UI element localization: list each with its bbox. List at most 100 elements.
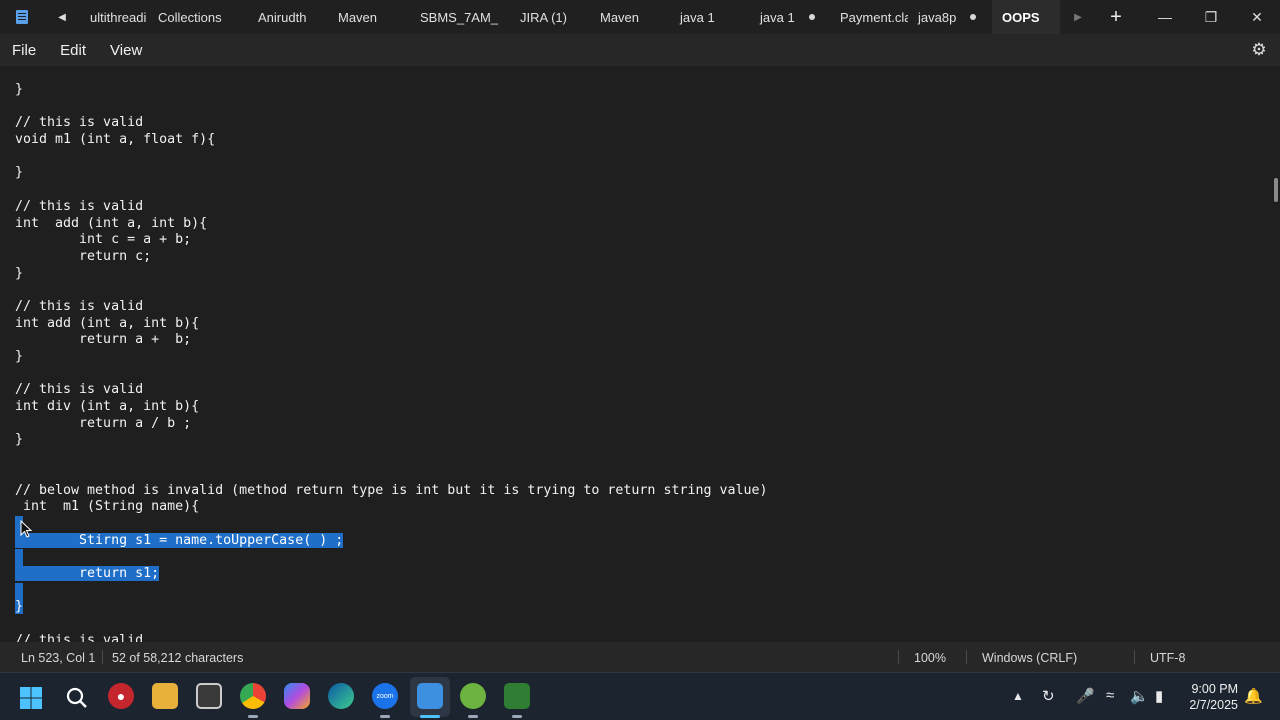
code-line-text: } xyxy=(15,599,24,615)
tab-3[interactable]: Maven xyxy=(328,0,410,34)
tab-8[interactable]: java 1 xyxy=(750,0,830,34)
zoom-icon[interactable]: zoom xyxy=(372,683,398,709)
code-line-text: } xyxy=(15,349,24,364)
code-line: int c = a + b; xyxy=(15,232,768,249)
chevron-up-icon[interactable]: ▲ xyxy=(1012,689,1024,703)
menu-edit[interactable]: Edit xyxy=(48,34,98,66)
tab-label: Payment.clas xyxy=(840,9,908,25)
code-line: // below method is invalid (method retur… xyxy=(15,483,768,500)
tabs-scroll-left-icon[interactable]: ◀ xyxy=(44,0,80,34)
new-tab-icon[interactable]: + xyxy=(1096,0,1136,34)
code-line-text: Stirng s1 = name.toUpperCase( ) ; xyxy=(15,532,344,548)
code-line-text: int add (int a, int b){ xyxy=(15,315,200,331)
code-line: return c; xyxy=(15,249,768,266)
code-line-text: } xyxy=(15,432,24,448)
menu-bar: File Edit View ⚙ xyxy=(0,34,1280,66)
code-line: return a + b; xyxy=(15,332,768,349)
notepad-taskbar-icon[interactable] xyxy=(417,683,443,709)
tab-6[interactable]: Maven xyxy=(590,0,670,34)
status-bar: Ln 523, Col 1 52 of 58,212 characters 10… xyxy=(0,642,1280,672)
line-ending[interactable]: Windows (CRLF) xyxy=(982,651,1077,665)
tab-label: java8p xyxy=(918,9,957,25)
restore-icon[interactable]: ❐ xyxy=(1188,0,1234,34)
spring-tool-suite-icon[interactable] xyxy=(460,683,486,709)
code-line: // this is valid xyxy=(15,633,768,642)
status-divider xyxy=(102,650,103,664)
code-line: // this is valid xyxy=(15,199,768,216)
clock-time: 9:00 PM xyxy=(1191,682,1238,696)
tab-label: SBMS_7AM_ xyxy=(420,9,499,25)
code-line-text xyxy=(15,582,23,600)
volume-icon[interactable]: 🔈 xyxy=(1130,687,1149,705)
search-icon[interactable] xyxy=(65,686,89,710)
selection-count: 52 of 58,212 characters xyxy=(112,651,244,665)
battery-icon[interactable]: ▮ xyxy=(1155,687,1163,705)
status-divider xyxy=(1134,650,1135,664)
text-editor[interactable]: } // this is valid void m1 (int a, float f… xyxy=(0,66,1280,642)
code-line: int add (int a, int b){ xyxy=(15,216,768,233)
tab-label: Collections xyxy=(158,9,222,25)
tab-0[interactable]: ultithreadi xyxy=(80,0,148,34)
file-explorer-icon[interactable] xyxy=(152,683,178,709)
code-line-text: } xyxy=(15,265,24,281)
clock-date: 2/7/2025 xyxy=(1189,698,1238,712)
code-line xyxy=(15,582,768,600)
code-line-text xyxy=(15,549,23,566)
tab-label: Maven xyxy=(600,9,640,25)
tabs-scroll-right-icon[interactable]: ▶ xyxy=(1060,0,1096,34)
code-line: // this is valid xyxy=(15,382,768,399)
code-line-text: return a + b; xyxy=(15,332,192,348)
vertical-scrollbar[interactable] xyxy=(1274,178,1278,202)
code-line xyxy=(15,549,768,566)
wifi-icon[interactable]: ≈ xyxy=(1106,687,1114,704)
store-icon[interactable] xyxy=(196,683,222,709)
tab-5[interactable]: JIRA (1) xyxy=(510,0,590,34)
clock[interactable]: 9:00 PM 2/7/2025 xyxy=(1189,681,1238,713)
notification-bell-icon[interactable]: 🔔 xyxy=(1244,687,1263,705)
editor-app-icon[interactable] xyxy=(504,683,530,709)
settings-gear-icon[interactable]: ⚙ xyxy=(1250,41,1268,59)
tab-label: Maven xyxy=(338,9,378,25)
tab-2[interactable]: Anirudth xyxy=(248,0,328,34)
tab-1[interactable]: Collections xyxy=(148,0,248,34)
tab-4[interactable]: SBMS_7AM_ xyxy=(410,0,510,34)
unsaved-dot-icon xyxy=(808,14,815,20)
security-app-icon[interactable]: ● xyxy=(108,683,134,709)
menu-view[interactable]: View xyxy=(98,34,154,66)
menu-file[interactable]: File xyxy=(0,34,48,66)
code-text-area[interactable]: } // this is valid void m1 (int a, float f… xyxy=(15,82,768,642)
windows-start-icon[interactable] xyxy=(19,686,43,710)
code-line-text: int div (int a, int b){ xyxy=(15,399,200,415)
edge-icon[interactable] xyxy=(328,683,354,709)
tab-7[interactable]: java 1 xyxy=(670,0,750,34)
code-line: } xyxy=(15,266,768,283)
close-icon[interactable]: ✕ xyxy=(1234,0,1280,34)
unsaved-dot-icon xyxy=(970,14,977,20)
tab-11[interactable]: OOPS xyxy=(992,0,1060,34)
minimize-icon[interactable]: — xyxy=(1142,0,1188,34)
code-line-text: // this is valid xyxy=(15,382,144,398)
code-line: return a / b ; xyxy=(15,416,768,433)
code-line: void m1 (int a, float f){ xyxy=(15,132,768,149)
code-line-text: int add (int a, int b){ xyxy=(15,215,208,231)
code-line-text: // this is valid xyxy=(15,298,144,314)
code-line-text: int m1 (String name){ xyxy=(15,499,200,515)
code-line: int m1 (String name){ xyxy=(15,499,768,516)
code-line: } xyxy=(15,165,768,182)
tab-10[interactable]: java8p xyxy=(908,0,992,34)
sync-icon[interactable]: ↻ xyxy=(1042,687,1055,705)
zoom-level[interactable]: 100% xyxy=(914,651,946,665)
encoding[interactable]: UTF-8 xyxy=(1150,651,1185,665)
code-line: } xyxy=(15,599,768,616)
window-controls: — ❐ ✕ xyxy=(1142,0,1280,34)
code-line: int add (int a, int b){ xyxy=(15,316,768,333)
taskbar: ● zoom ▲ ↻ 🎤 ≈ 🔈 ▮ 9:00 PM 2/7/2025 🔔 xyxy=(0,672,1280,720)
cursor-position: Ln 523, Col 1 xyxy=(21,651,96,665)
microphone-icon[interactable]: 🎤 xyxy=(1076,687,1095,705)
tab-9[interactable]: Payment.clas xyxy=(830,0,908,34)
copilot-icon[interactable] xyxy=(284,683,310,709)
chrome-icon[interactable] xyxy=(240,683,266,709)
